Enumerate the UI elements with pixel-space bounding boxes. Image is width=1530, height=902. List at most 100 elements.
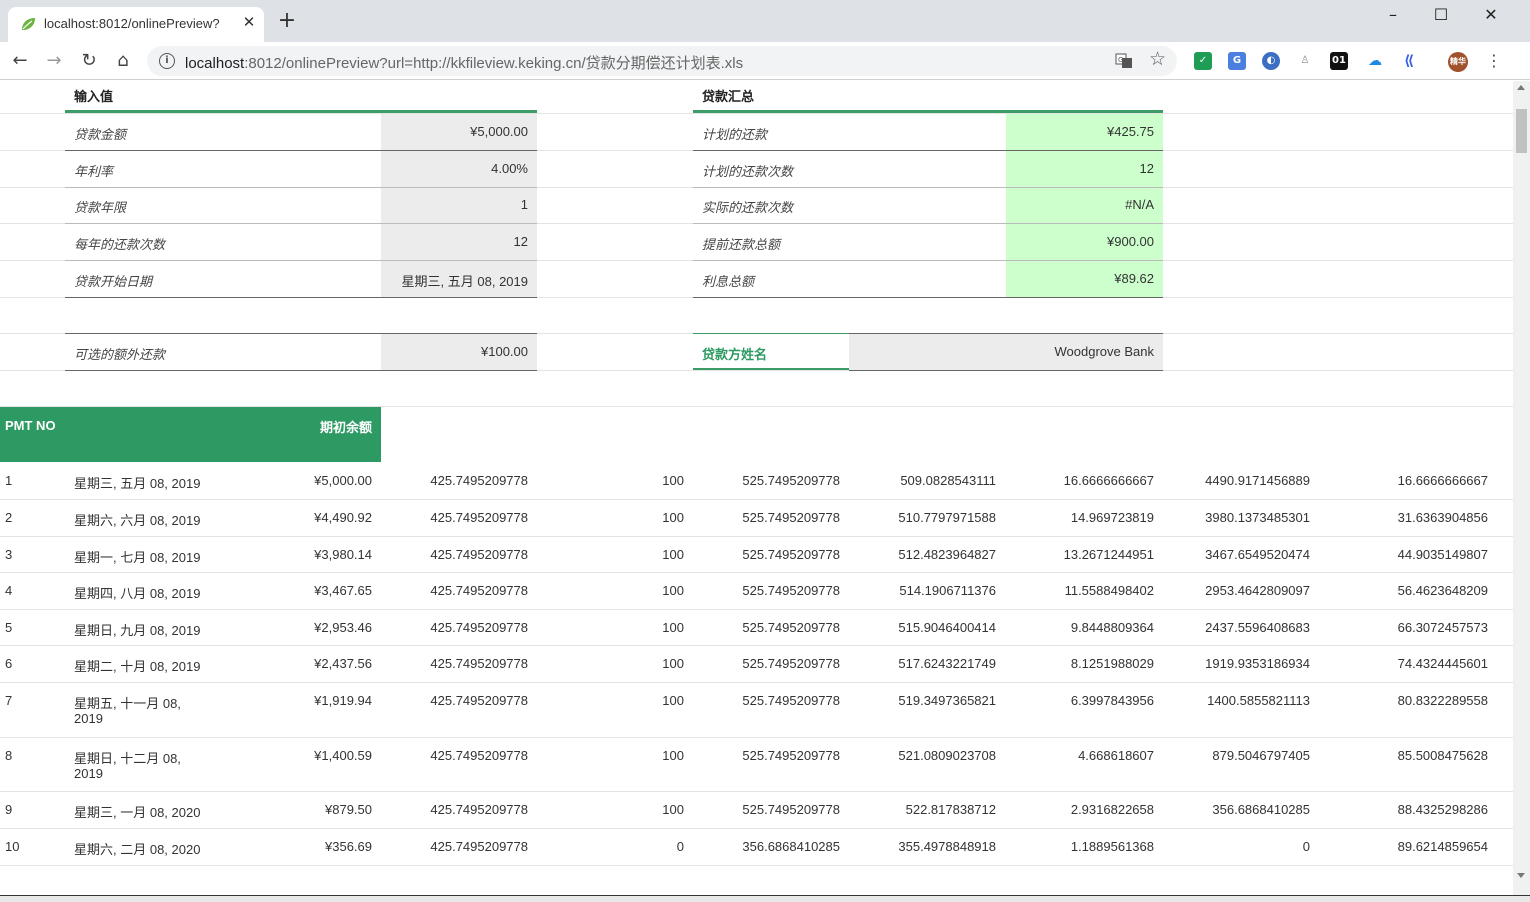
table-cell-pmt-no[interactable]: 2 [5,510,12,525]
table-cell-date[interactable]: 星期三, 一月 08, 2020 [74,802,200,821]
tree-extension-icon[interactable]: ♙ [1296,52,1314,70]
back-button[interactable]: ← [8,49,32,73]
table-cell-value[interactable]: 525.7495209778 [690,656,840,671]
table-cell-date-wrap[interactable]: 2019 [74,711,103,726]
table-cell-pmt-no[interactable]: 9 [5,802,12,817]
table-cell-value[interactable]: 1400.5855821113 [1160,693,1310,708]
table-cell-value[interactable]: 425.7495209778 [378,748,528,763]
scroll-thumb[interactable] [1516,109,1527,153]
table-cell-value[interactable]: 525.7495209778 [690,693,840,708]
table-cell-value[interactable]: 509.0828543111 [846,473,996,488]
globe-extension-icon[interactable]: ◐ [1262,52,1280,70]
table-cell-pmt-no[interactable]: 4 [5,583,12,598]
input-value[interactable]: ¥5,000.00 [381,124,528,139]
table-cell-value[interactable]: 100 [534,510,684,525]
info-icon[interactable]: i [159,53,175,69]
table-cell-value[interactable]: 2953.4642809097 [1160,583,1310,598]
table-cell-value[interactable]: 425.7495209778 [378,510,528,525]
table-cell-value[interactable]: 525.7495209778 [690,473,840,488]
table-cell-pmt-no[interactable]: 7 [5,693,12,708]
maximize-button[interactable]: ☐ [1418,2,1464,32]
table-cell-value[interactable]: 66.3072457573 [1338,620,1488,635]
table-cell-value[interactable]: 525.7495209778 [690,547,840,562]
table-cell-value[interactable]: 56.4623648209 [1338,583,1488,598]
table-cell-value[interactable]: 3980.1373485301 [1160,510,1310,525]
tab-close-icon[interactable]: ✕ [240,13,258,33]
table-cell-value[interactable]: 1.1889561368 [1004,839,1154,854]
binary-extension-icon[interactable]: 01 [1330,52,1348,70]
translate-extension-icon[interactable]: G [1228,52,1246,70]
bookmark-star-icon[interactable]: ☆ [1149,48,1166,70]
table-cell-value[interactable]: 425.7495209778 [378,620,528,635]
extra-payment-value[interactable]: ¥100.00 [381,344,528,359]
input-value[interactable]: 12 [381,234,528,249]
table-cell-date[interactable]: 星期五, 十一月 08, [74,693,181,712]
table-cell-value[interactable]: 100 [534,547,684,562]
table-cell-value[interactable]: ¥4,490.92 [222,510,372,525]
table-cell-value[interactable]: 425.7495209778 [378,547,528,562]
table-cell-value[interactable]: 425.7495209778 [378,473,528,488]
table-cell-value[interactable]: 8.1251988029 [1004,656,1154,671]
table-cell-value[interactable]: 13.2671244951 [1004,547,1154,562]
table-cell-value[interactable]: 100 [534,802,684,817]
minimize-button[interactable]: – [1370,2,1416,32]
table-cell-value[interactable]: 85.5008475628 [1338,748,1488,763]
table-cell-value[interactable]: ¥356.69 [222,839,372,854]
table-cell-value[interactable]: 4490.9171456889 [1160,473,1310,488]
table-cell-value[interactable]: ¥3,980.14 [222,547,372,562]
table-cell-pmt-no[interactable]: 5 [5,620,12,635]
table-cell-value[interactable]: 519.3497365821 [846,693,996,708]
table-cell-value[interactable]: 16.6666666667 [1338,473,1488,488]
table-cell-value[interactable]: 3467.6549520474 [1160,547,1310,562]
table-cell-value[interactable]: 100 [534,748,684,763]
table-cell-value[interactable]: 356.6868410285 [690,839,840,854]
table-cell-value[interactable]: 515.9046400414 [846,620,996,635]
table-cell-date[interactable]: 星期三, 五月 08, 2019 [74,473,200,492]
table-cell-value[interactable]: 0 [1160,839,1310,854]
table-cell-value[interactable]: ¥3,467.65 [222,583,372,598]
forward-button[interactable]: → [42,49,66,73]
input-value[interactable]: 4.00% [381,161,528,176]
feather-extension-icon[interactable]: ⟪ [1400,52,1418,70]
table-cell-value[interactable]: 510.7797971588 [846,510,996,525]
menu-icon[interactable]: ⋮ [1482,49,1506,73]
table-cell-pmt-no[interactable]: 3 [5,547,12,562]
table-cell-date-wrap[interactable]: 2019 [74,766,103,781]
input-value[interactable]: 1 [381,197,528,212]
table-cell-pmt-no[interactable]: 6 [5,656,12,671]
reload-button[interactable]: ↻ [77,49,101,73]
table-cell-pmt-no[interactable]: 1 [5,473,12,488]
table-cell-value[interactable]: 100 [534,693,684,708]
table-cell-value[interactable]: 355.4978848918 [846,839,996,854]
table-cell-value[interactable]: ¥879.50 [222,802,372,817]
table-cell-value[interactable]: 6.3997843956 [1004,693,1154,708]
table-cell-value[interactable]: 11.5588498402 [1004,583,1154,598]
table-cell-value[interactable]: 525.7495209778 [690,802,840,817]
table-cell-value[interactable]: 525.7495209778 [690,620,840,635]
home-button[interactable]: ⌂ [111,49,135,73]
table-cell-value[interactable]: 9.8448809364 [1004,620,1154,635]
browser-tab[interactable]: localhost:8012/onlinePreview? ✕ [8,7,264,42]
table-cell-value[interactable]: 80.8322289558 [1338,693,1488,708]
cloud-extension-icon[interactable]: ☁ [1366,52,1384,70]
table-cell-value[interactable]: 517.6243221749 [846,656,996,671]
table-cell-value[interactable]: 879.5046797405 [1160,748,1310,763]
table-cell-pmt-no[interactable]: 8 [5,748,12,763]
translate-icon[interactable]: G [1115,52,1133,70]
table-cell-value[interactable]: ¥2,953.46 [222,620,372,635]
table-cell-value[interactable]: 514.1906711376 [846,583,996,598]
shield-extension-icon[interactable]: ✓ [1194,52,1212,70]
table-cell-value[interactable]: ¥1,919.94 [222,693,372,708]
table-cell-value[interactable]: 89.6214859654 [1338,839,1488,854]
scroll-up-arrow-icon[interactable] [1517,85,1525,90]
input-value[interactable]: 星期三, 五月 08, 2019 [381,271,528,290]
table-cell-value[interactable]: 425.7495209778 [378,839,528,854]
table-cell-value[interactable]: 2437.5596408683 [1160,620,1310,635]
vertical-scrollbar[interactable] [1513,81,1530,895]
table-cell-value[interactable]: 1919.9353186934 [1160,656,1310,671]
close-window-button[interactable]: ✕ [1468,2,1514,32]
table-cell-value[interactable]: 2.9316822658 [1004,802,1154,817]
profile-avatar[interactable]: 精华 [1448,52,1468,72]
table-cell-value[interactable]: 525.7495209778 [690,583,840,598]
table-cell-value[interactable]: 521.0809023708 [846,748,996,763]
